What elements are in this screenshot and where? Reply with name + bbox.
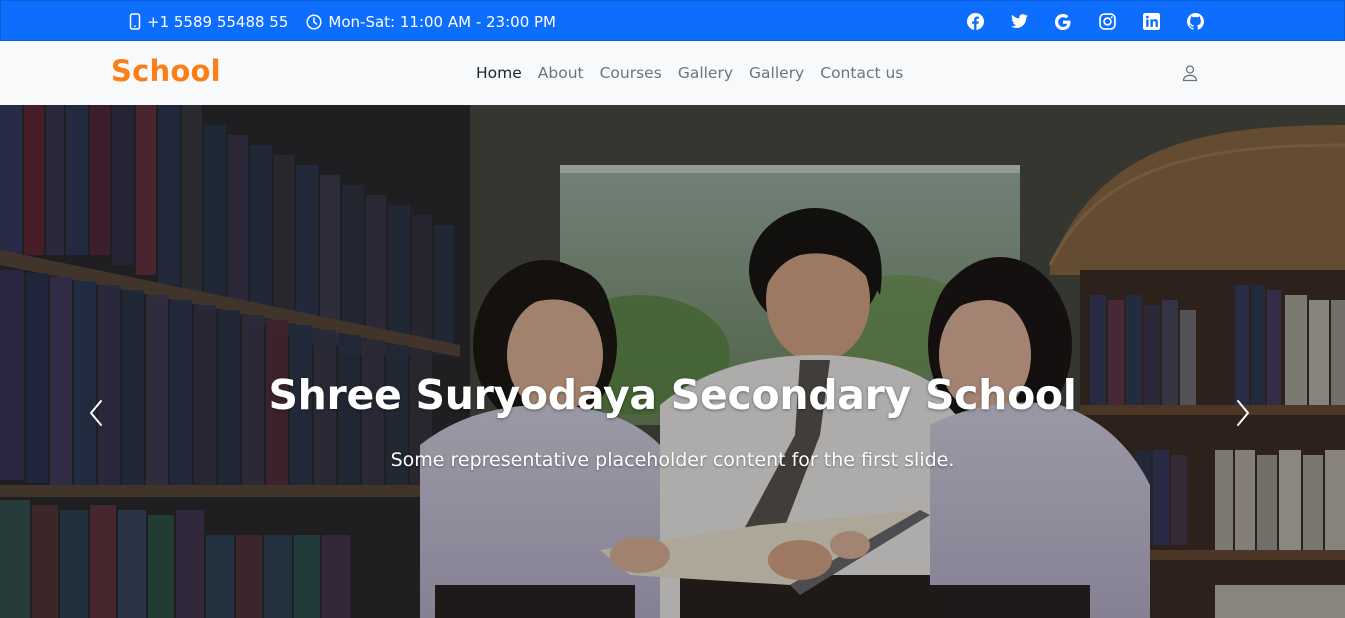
chevron-right-icon: [1236, 399, 1250, 431]
carousel-next-button[interactable]: [1213, 385, 1273, 445]
linkedin-icon[interactable]: [1142, 13, 1160, 31]
phone-info: +1 5589 55488 55: [129, 13, 288, 31]
contact-info: +1 5589 55488 55 Mon-Sat: 11:00 AM - 23:…: [129, 1, 556, 42]
hero-overlay: [0, 105, 1345, 618]
facebook-icon[interactable]: [966, 13, 984, 31]
nav-link-home[interactable]: Home: [468, 64, 530, 82]
chevron-left-icon: [89, 399, 103, 431]
phone-number: +1 5589 55488 55: [147, 12, 289, 31]
nav-link-contact[interactable]: Contact us: [812, 64, 911, 82]
phone-icon: [129, 13, 141, 30]
opening-hours: Mon-Sat: 11:00 AM - 23:00 PM: [328, 12, 556, 31]
hero-text: Some representative placeholder content …: [390, 449, 955, 471]
nav-link-courses[interactable]: Courses: [592, 64, 670, 82]
hours-info: Mon-Sat: 11:00 AM - 23:00 PM: [306, 13, 556, 31]
carousel-caption: Shree Suryodaya Secondary School Some re…: [0, 371, 1345, 471]
google-icon[interactable]: [1054, 13, 1072, 31]
brand-logo[interactable]: School: [111, 54, 221, 88]
nav-link-about[interactable]: About: [530, 64, 592, 82]
carousel-prev-button[interactable]: [66, 385, 126, 445]
github-icon[interactable]: [1186, 13, 1204, 31]
hero-carousel: Shree Suryodaya Secondary School Some re…: [0, 105, 1345, 618]
hero-title: Shree Suryodaya Secondary School: [268, 371, 1077, 419]
nav-links: Home About Courses Gallery Gallery Conta…: [468, 41, 911, 105]
main-navbar: School Home About Courses Gallery Galler…: [0, 41, 1345, 105]
clock-icon: [306, 13, 322, 30]
twitter-icon[interactable]: [1010, 13, 1028, 31]
instagram-icon[interactable]: [1098, 13, 1116, 31]
user-icon[interactable]: [1181, 64, 1199, 82]
nav-link-gallery-2[interactable]: Gallery: [741, 64, 812, 82]
top-bar: +1 5589 55488 55 Mon-Sat: 11:00 AM - 23:…: [0, 0, 1345, 41]
social-links: [966, 1, 1204, 42]
nav-link-gallery[interactable]: Gallery: [670, 64, 741, 82]
